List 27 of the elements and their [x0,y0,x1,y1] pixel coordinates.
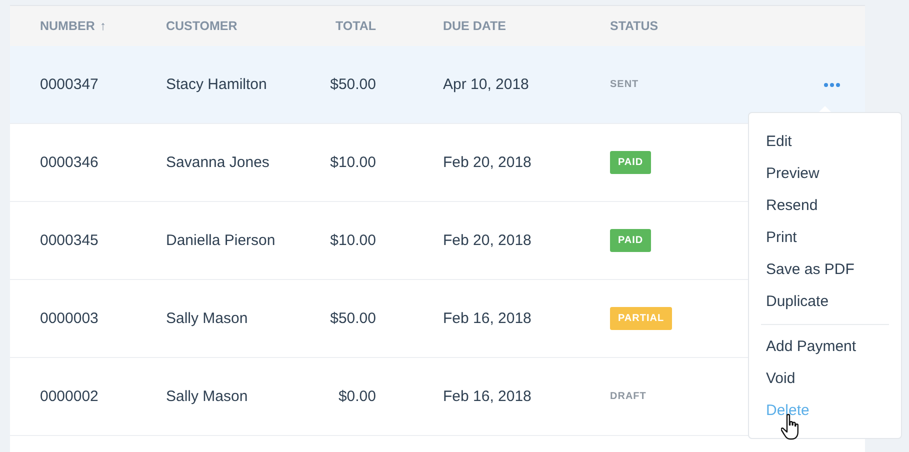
invoice-number: 0000347 [40,76,98,93]
status-badge: PAID [610,229,652,252]
status-badge: PAID [610,151,652,174]
due-date: Apr 10, 2018 [443,76,529,93]
due-date: Feb 20, 2018 [443,232,532,249]
status-badge: PARTIAL [610,307,672,330]
invoice-total: $10.00 [330,154,376,171]
invoice-total: $0.00 [338,388,376,405]
table-row[interactable]: 0000347 Stacy Hamilton $50.00 Apr 10, 2018 SENT [10,46,865,124]
invoice-number: 0000345 [40,232,98,249]
invoice-number: 0000346 [40,154,98,171]
customer-name: Stacy Hamilton [166,76,267,93]
invoice-number: 0000002 [40,388,98,405]
invoice-number: 0000003 [40,310,98,327]
invoice-total: $10.00 [330,232,376,249]
due-date: Feb 16, 2018 [443,310,532,327]
customer-name: Daniella Pierson [166,232,276,249]
more-icon[interactable] [824,82,840,86]
status-label: SENT [610,78,639,92]
invoice-total: $50.00 [330,310,376,327]
invoice-total: $50.00 [330,76,376,93]
status-label: DRAFT [610,390,646,404]
customer-name: Savanna Jones [166,154,270,171]
customer-name: Sally Mason [166,310,248,327]
due-date: Feb 20, 2018 [443,154,532,171]
customer-name: Sally Mason [166,388,248,405]
due-date: Feb 16, 2018 [443,388,532,405]
